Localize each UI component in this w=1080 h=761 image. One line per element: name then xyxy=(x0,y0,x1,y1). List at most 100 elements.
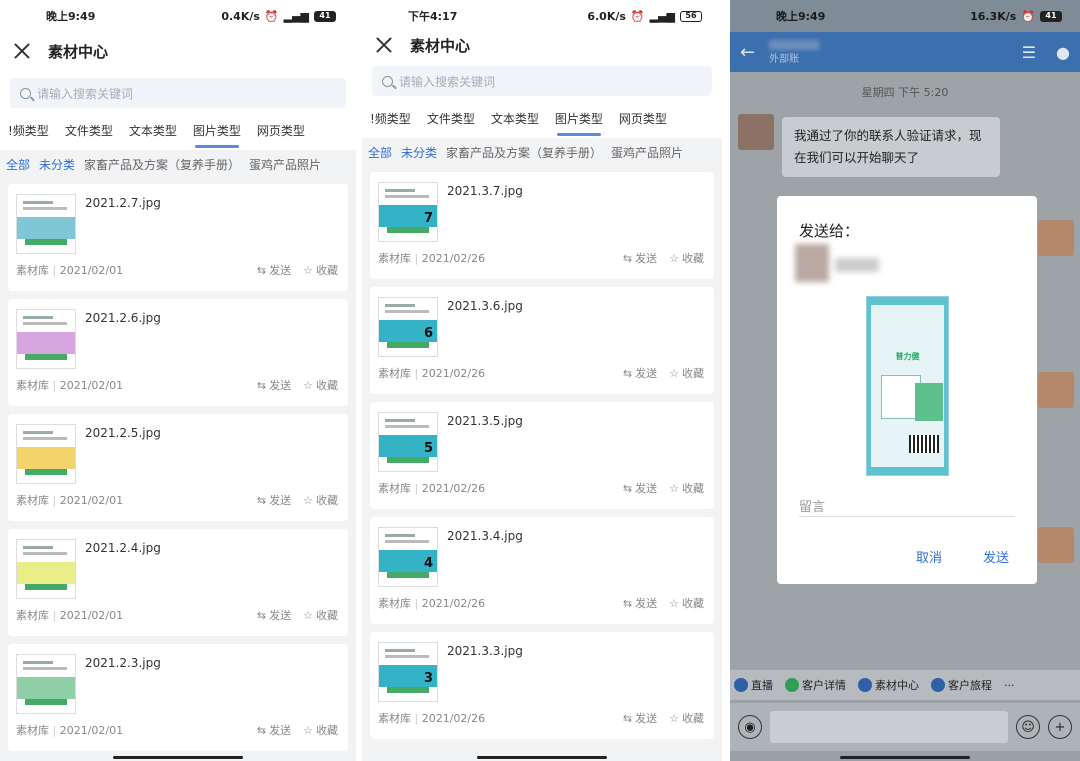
subtab-uncategorized[interactable]: 未分类 xyxy=(401,144,437,161)
profile-icon[interactable]: ● xyxy=(1056,43,1070,62)
item-source: 素材库 xyxy=(378,367,411,380)
send-action[interactable]: ⇆ 发送 xyxy=(257,722,291,738)
item-date: 2021/02/01 xyxy=(59,264,124,277)
send-button[interactable]: 发送 xyxy=(983,547,1009,566)
shortcut-material-center[interactable]: 素材中心 xyxy=(858,677,919,693)
list-item[interactable]: 2021.2.5.jpg 素材库 | 2021/02/01 ⇆ 发送 ☆ 收藏 xyxy=(8,414,348,521)
list-item[interactable]: 5 2021.3.5.jpg 素材库 | 2021/02/26 ⇆ 发送 ☆ 收藏 xyxy=(370,402,714,509)
tab-video[interactable]: !频类型 xyxy=(362,104,419,138)
list-item[interactable]: 7 2021.3.7.jpg 素材库 | 2021/02/26 ⇆ 发送 ☆ 收藏 xyxy=(370,172,714,279)
star-icon: ☆ xyxy=(669,251,679,265)
message-field[interactable]: 留言 xyxy=(799,496,825,515)
send-action[interactable]: ⇆ 发送 xyxy=(623,595,657,611)
list-item[interactable]: 3 2021.3.3.jpg 素材库 | 2021/02/26 ⇆ 发送 ☆ 收藏 xyxy=(370,632,714,739)
send-action[interactable]: ⇆ 发送 xyxy=(257,377,291,393)
close-icon[interactable] xyxy=(374,35,394,55)
star-icon: ☆ xyxy=(303,608,313,622)
item-name: 2021.2.3.jpg xyxy=(85,656,161,670)
list-item[interactable]: 2021.2.4.jpg 素材库 | 2021/02/01 ⇆ 发送 ☆ 收藏 xyxy=(8,529,348,636)
battery-icon: 56 xyxy=(680,10,702,22)
favorite-action[interactable]: ☆ 收藏 xyxy=(303,262,338,278)
share-icon: ⇆ xyxy=(622,251,633,265)
star-icon: ☆ xyxy=(303,723,313,737)
tab-file[interactable]: 文件类型 xyxy=(57,116,121,150)
journey-icon xyxy=(931,678,945,692)
tab-webpage[interactable]: 网页类型 xyxy=(249,116,313,150)
list-item[interactable]: 4 2021.3.4.jpg 素材库 | 2021/02/26 ⇆ 发送 ☆ 收藏 xyxy=(370,517,714,624)
subtab-livestock[interactable]: 家畜产品及方案（复养手册） xyxy=(84,156,240,173)
subtab-all[interactable]: 全部 xyxy=(6,156,30,173)
search-input[interactable]: 请输入搜索关键词 xyxy=(372,66,712,96)
subtab-egg-chicken[interactable]: 蛋鸡产品照片 xyxy=(249,156,321,173)
menu-icon[interactable]: ☰ xyxy=(1022,43,1036,62)
send-action[interactable]: ⇆ 发送 xyxy=(257,262,291,278)
cancel-button[interactable]: 取消 xyxy=(916,547,942,566)
tab-image[interactable]: 图片类型 xyxy=(185,116,249,150)
tab-video[interactable]: !频类型 xyxy=(0,116,57,150)
home-indicator xyxy=(840,756,970,759)
item-date: 2021/02/26 xyxy=(421,482,486,495)
shortcut-customer-journey[interactable]: 客户旅程 xyxy=(931,677,992,693)
message-input[interactable] xyxy=(770,711,1008,743)
thumbnail-number: 6 xyxy=(423,326,433,341)
signal-icon: ▂▄▆ xyxy=(283,9,309,23)
star-icon: ☆ xyxy=(303,263,313,277)
search-input[interactable]: 请输入搜索关键词 xyxy=(10,78,346,108)
tab-image[interactable]: 图片类型 xyxy=(547,104,611,138)
favorite-action[interactable]: ☆ 收藏 xyxy=(669,480,704,496)
thumbnail-number: 3 xyxy=(423,671,433,686)
thumbnail-number: 7 xyxy=(423,211,433,226)
subtab-livestock[interactable]: 家畜产品及方案（复养手册） xyxy=(446,144,602,161)
subtab-uncategorized[interactable]: 未分类 xyxy=(39,156,75,173)
favorite-action[interactable]: ☆ 收藏 xyxy=(303,377,338,393)
close-icon[interactable] xyxy=(12,41,32,61)
image-thumbnail xyxy=(16,194,76,254)
favorite-action[interactable]: ☆ 收藏 xyxy=(669,250,704,266)
favorite-action[interactable]: ☆ 收藏 xyxy=(303,492,338,508)
send-action[interactable]: ⇆ 发送 xyxy=(623,250,657,266)
item-source: 素材库 xyxy=(378,252,411,265)
tab-text[interactable]: 文本类型 xyxy=(483,104,547,138)
tab-text[interactable]: 文本类型 xyxy=(121,116,185,150)
alarm-icon: ⏰ xyxy=(264,9,279,23)
search-placeholder: 请输入搜索关键词 xyxy=(37,86,134,101)
voice-icon[interactable]: ◉ xyxy=(738,715,762,739)
favorite-action[interactable]: ☆ 收藏 xyxy=(303,722,338,738)
item-name: 2021.3.6.jpg xyxy=(447,299,523,313)
list-item[interactable]: 2021.2.6.jpg 素材库 | 2021/02/01 ⇆ 发送 ☆ 收藏 xyxy=(8,299,348,406)
item-date: 2021/02/26 xyxy=(421,367,486,380)
page-header: 素材中心 xyxy=(362,32,722,58)
chat-date: 星期四 下午 5:20 xyxy=(861,86,949,99)
shortcut-customer-details[interactable]: 客户详情 xyxy=(785,677,846,693)
alarm-icon: ⏰ xyxy=(1021,9,1035,23)
favorite-action[interactable]: ☆ 收藏 xyxy=(669,595,704,611)
tab-file[interactable]: 文件类型 xyxy=(419,104,483,138)
list-item[interactable]: 2021.2.7.jpg 素材库 | 2021/02/01 ⇆ 发送 ☆ 收藏 xyxy=(8,184,348,291)
shortcut-bar: 直播 客户详情 素材中心 客户旅程 ··· xyxy=(730,670,1080,700)
status-time: 晚上9:49 xyxy=(776,10,826,23)
item-name: 2021.2.6.jpg xyxy=(85,311,161,325)
subtab-egg-chicken[interactable]: 蛋鸡产品照片 xyxy=(611,144,683,161)
send-action[interactable]: ⇆ 发送 xyxy=(623,480,657,496)
send-action[interactable]: ⇆ 发送 xyxy=(623,365,657,381)
send-action[interactable]: ⇆ 发送 xyxy=(257,492,291,508)
back-arrow-icon[interactable]: ← xyxy=(740,42,755,63)
send-action[interactable]: ⇆ 发送 xyxy=(257,607,291,623)
subtab-all[interactable]: 全部 xyxy=(368,144,392,161)
input-bar: ◉ ☺ + xyxy=(730,703,1080,751)
item-date: 2021/02/01 xyxy=(59,494,124,507)
favorite-action[interactable]: ☆ 收藏 xyxy=(669,710,704,726)
favorite-action[interactable]: ☆ 收藏 xyxy=(669,365,704,381)
more-icon[interactable]: ··· xyxy=(1004,679,1015,692)
add-icon[interactable]: + xyxy=(1048,715,1072,739)
chat-header: ← 外部账 ☰ ● xyxy=(730,32,1080,72)
emoji-icon[interactable]: ☺ xyxy=(1016,715,1040,739)
list-item[interactable]: 2021.2.3.jpg 素材库 | 2021/02/01 ⇆ 发送 ☆ 收藏 xyxy=(8,644,348,751)
send-action[interactable]: ⇆ 发送 xyxy=(623,710,657,726)
favorite-action[interactable]: ☆ 收藏 xyxy=(303,607,338,623)
tab-webpage[interactable]: 网页类型 xyxy=(611,104,675,138)
shortcut-live[interactable]: 直播 xyxy=(734,677,773,693)
star-icon: ☆ xyxy=(303,493,313,507)
item-meta: 素材库 | 2021/02/01 xyxy=(16,494,124,507)
list-item[interactable]: 6 2021.3.6.jpg 素材库 | 2021/02/26 ⇆ 发送 ☆ 收藏 xyxy=(370,287,714,394)
